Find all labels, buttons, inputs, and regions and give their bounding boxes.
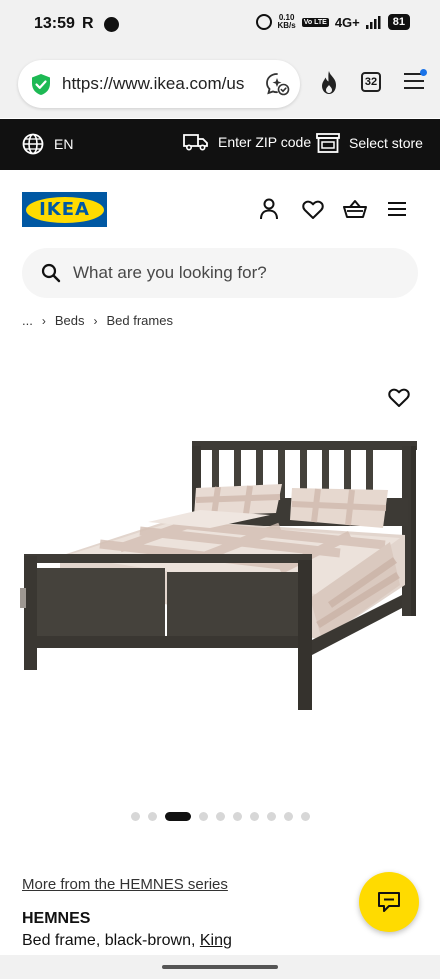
chat-button[interactable] — [359, 872, 419, 932]
network-speed: 0.10 KB/s — [278, 14, 296, 30]
logo-text: IKEA — [39, 199, 90, 220]
chat-icon — [378, 892, 400, 912]
flame-icon[interactable] — [318, 70, 340, 96]
zip-code-label[interactable]: Enter ZIP code — [218, 134, 311, 150]
secure-shield-icon — [32, 74, 50, 95]
carousel-dot[interactable] — [266, 812, 276, 821]
breadcrumb: ... › Beds › Bed frames — [22, 313, 173, 328]
network-type: 4G+ — [334, 14, 360, 30]
carousel-dot[interactable] — [300, 812, 310, 821]
site-header: IKEA — [0, 170, 440, 246]
product-image[interactable] — [0, 352, 440, 792]
status-r-icon: R — [82, 15, 94, 32]
home-gesture-bar[interactable] — [162, 965, 278, 969]
status-indicators: 0.10 KB/s Vo LTE 4G+ 81 — [255, 14, 410, 30]
browser-menu-button[interactable] — [404, 69, 427, 94]
select-store-label[interactable]: Select store — [349, 135, 423, 151]
carousel-dot[interactable] — [198, 812, 208, 821]
address-bar[interactable]: https://www.ikea.com/us — [18, 60, 300, 108]
carousel-dot[interactable] — [147, 812, 157, 821]
carousel-dot[interactable] — [249, 812, 259, 821]
tab-count[interactable]: 32 — [361, 72, 381, 92]
system-status-bar: 13:59 R 0.10 KB/s Vo LTE 4G+ 81 — [0, 0, 440, 50]
ai-assistant-icon[interactable] — [264, 71, 290, 97]
utility-bar: EN Enter ZIP code Select store — [0, 119, 440, 170]
product-description: Bed frame, black-brown, King — [22, 932, 232, 950]
search-icon — [41, 263, 61, 283]
breadcrumb-item-beds[interactable]: Beds — [55, 313, 85, 328]
tabs-button[interactable]: 32 — [361, 72, 381, 92]
ikea-logo[interactable]: IKEA — [22, 192, 107, 227]
carousel-dot[interactable] — [164, 812, 191, 821]
battery-level: 81 — [387, 14, 410, 30]
add-to-favorites-heart-icon[interactable] — [388, 388, 410, 408]
language-label[interactable]: EN — [54, 136, 73, 152]
volte-badge: Vo LTE — [301, 17, 329, 27]
chevron-right-icon: › — [41, 313, 46, 328]
language-selector[interactable]: EN — [22, 133, 73, 155]
shopping-basket-icon[interactable] — [343, 199, 367, 219]
carousel-dot[interactable] — [130, 812, 140, 821]
notification-dot — [420, 69, 427, 76]
product-name: HEMNES — [22, 910, 91, 927]
image-carousel-dots — [0, 812, 440, 821]
product-description-text: Bed frame, black-brown, — [22, 932, 200, 949]
system-navigation-area — [0, 955, 440, 979]
select-store-button[interactable]: Select store — [316, 133, 423, 153]
search-bar[interactable]: What are you looking for? — [22, 248, 418, 298]
record-dot-icon — [104, 17, 119, 32]
hotspot-icon — [255, 14, 272, 30]
globe-icon — [22, 133, 44, 155]
series-link[interactable]: More from the HEMNES series — [22, 876, 228, 893]
carousel-dot[interactable] — [232, 812, 242, 821]
site-menu-icon[interactable] — [388, 202, 408, 216]
browser-toolbar: https://www.ikea.com/us 32 — [0, 50, 440, 118]
zip-code-button[interactable]: Enter ZIP code — [183, 133, 311, 151]
carousel-dot[interactable] — [215, 812, 225, 821]
bed-frame-illustration — [20, 441, 417, 710]
signal-icon — [365, 15, 381, 29]
store-icon — [316, 133, 340, 153]
network-speed-unit: KB/s — [277, 21, 296, 30]
breadcrumb-item-bed-frames[interactable]: Bed frames — [106, 313, 172, 328]
url-text[interactable]: https://www.ikea.com/us — [62, 74, 250, 94]
search-input[interactable]: What are you looking for? — [73, 263, 267, 283]
product-size-link[interactable]: King — [200, 932, 232, 949]
chevron-right-icon: › — [93, 313, 98, 328]
breadcrumb-ellipsis[interactable]: ... — [22, 313, 33, 328]
delivery-truck-icon — [183, 134, 208, 151]
wishlist-heart-icon[interactable] — [302, 200, 324, 220]
status-time: 13:59 — [34, 15, 75, 32]
account-icon[interactable] — [259, 198, 279, 220]
logo-oval: IKEA — [25, 196, 104, 223]
carousel-dot[interactable] — [283, 812, 293, 821]
